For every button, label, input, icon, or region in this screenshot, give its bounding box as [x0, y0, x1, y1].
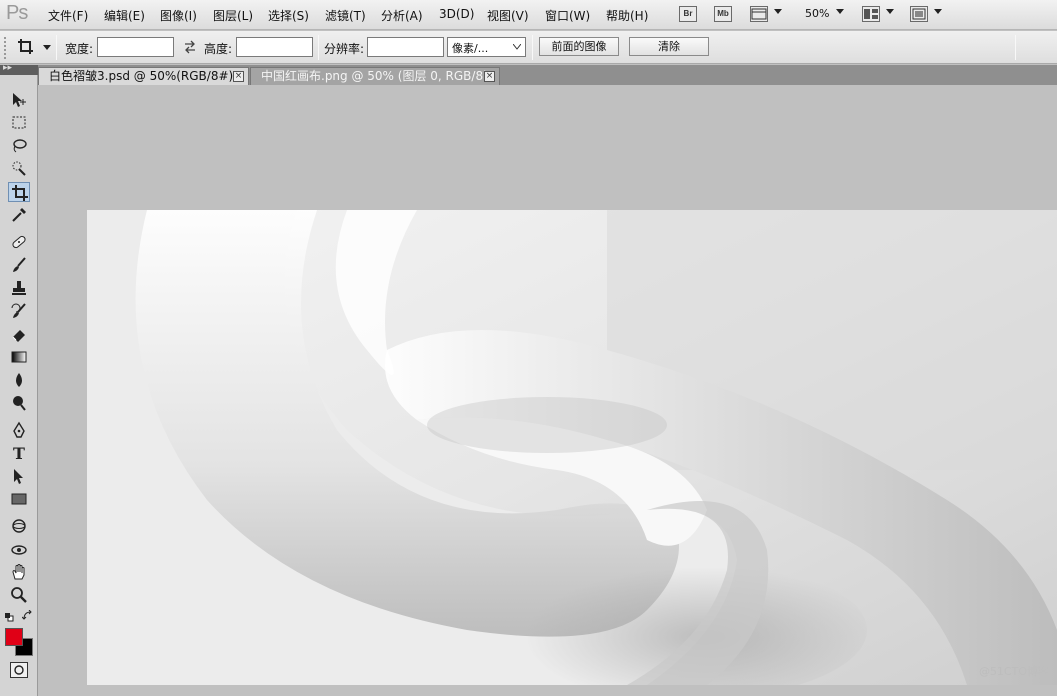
chevron-down-icon[interactable]: [836, 9, 844, 14]
close-icon[interactable]: ×: [484, 71, 495, 82]
photoshop-logo: Ps: [6, 2, 28, 24]
zoom-level[interactable]: 50%: [805, 7, 829, 20]
height-field[interactable]: [236, 37, 313, 57]
hand-tool[interactable]: [8, 562, 30, 582]
menu-image[interactable]: 图像(I): [160, 7, 197, 24]
arrange-documents-icon[interactable]: [862, 6, 880, 22]
divider: [532, 35, 533, 60]
resolution-unit-value: 像素/...: [452, 42, 489, 55]
menu-layer[interactable]: 图层(L): [213, 7, 253, 24]
menu-edit[interactable]: 编辑(E): [104, 7, 145, 24]
menu-filter[interactable]: 滤镜(T): [325, 7, 366, 24]
crop-tool[interactable]: [8, 182, 30, 202]
clear-button[interactable]: 清除: [629, 37, 709, 56]
silk-fabric-image: [87, 210, 1057, 685]
close-icon[interactable]: ×: [233, 71, 244, 82]
document-tab-bar: 白色褶皱3.psd @ 50%(RGB/8#) * × 中国红画布.png @ …: [38, 65, 1057, 85]
foreground-color-swatch[interactable]: [5, 628, 23, 646]
svg-text:T: T: [13, 444, 25, 462]
chevron-down-icon[interactable]: [934, 9, 942, 14]
menu-window[interactable]: 窗口(W): [545, 7, 590, 24]
3d-orbit-tool[interactable]: [8, 539, 30, 559]
quick-mask-icon[interactable]: [10, 662, 28, 678]
healing-brush-tool[interactable]: [8, 232, 30, 252]
divider: [1015, 35, 1016, 60]
swap-colors-icon[interactable]: [21, 609, 34, 622]
dodge-tool[interactable]: [8, 393, 30, 413]
type-tool[interactable]: T: [8, 443, 30, 463]
image-canvas[interactable]: @51CTO博客: [87, 210, 1057, 685]
menu-bar: Ps 文件(F) 编辑(E) 图像(I) 图层(L) 选择(S) 滤镜(T) 分…: [0, 0, 1057, 30]
watermark-text: @51CTO博客: [978, 665, 1049, 678]
width-label: 宽度:: [65, 42, 94, 56]
menu-3d[interactable]: 3D(D): [439, 7, 474, 21]
tab-document-2[interactable]: 中国红画布.png @ 50% (图层 0, RGB/8) ×: [250, 67, 500, 85]
menu-file[interactable]: 文件(F): [48, 7, 88, 24]
tab-label: 白色褶皱3.psd @ 50%(RGB/8#) *: [49, 69, 244, 83]
width-field[interactable]: [97, 37, 174, 57]
brush-tool[interactable]: [8, 255, 30, 275]
clone-stamp-tool[interactable]: [8, 278, 30, 298]
toolbox: ▸▸ T: [0, 63, 38, 696]
lasso-tool[interactable]: [8, 136, 30, 156]
collapse-icon[interactable]: ▸▸: [3, 63, 12, 73]
options-bar: 宽度: 高度: 分辨率: 像素/... 前面的图像 清除: [0, 31, 1057, 64]
chevron-down-icon[interactable]: [886, 9, 894, 14]
path-selection-tool[interactable]: [8, 466, 30, 486]
document-workspace[interactable]: @51CTO博客: [39, 86, 1057, 696]
rectangle-tool[interactable]: [8, 489, 30, 509]
crop-preset-icon[interactable]: [16, 37, 42, 57]
front-image-button[interactable]: 前面的图像: [539, 37, 619, 56]
move-tool[interactable]: [8, 90, 30, 110]
height-label: 高度:: [204, 42, 233, 56]
tab-label: 中国红画布.png @ 50% (图层 0, RGB/8): [261, 69, 488, 83]
marquee-tool[interactable]: [8, 113, 30, 133]
grip-handle[interactable]: [4, 37, 10, 59]
gradient-tool[interactable]: [8, 347, 30, 367]
chevron-down-icon[interactable]: [43, 45, 51, 50]
menu-help[interactable]: 帮助(H): [606, 7, 648, 24]
blur-tool[interactable]: [8, 370, 30, 390]
eraser-tool[interactable]: [8, 324, 30, 344]
resolution-field[interactable]: [367, 37, 444, 57]
view-extras-icon[interactable]: [750, 6, 768, 22]
menu-analysis[interactable]: 分析(A): [381, 7, 423, 24]
menu-select[interactable]: 选择(S): [268, 7, 309, 24]
swap-icon[interactable]: [183, 40, 197, 54]
zoom-tool[interactable]: [8, 585, 30, 605]
default-colors-icon[interactable]: [4, 611, 14, 622]
chevron-down-icon[interactable]: [774, 9, 782, 14]
resolution-label: 分辨率:: [324, 42, 365, 56]
divider: [56, 35, 57, 60]
history-brush-tool[interactable]: [8, 301, 30, 321]
pen-tool[interactable]: [8, 420, 30, 440]
mini-bridge-button[interactable]: Mb: [714, 6, 732, 22]
toolbox-header[interactable]: ▸▸: [0, 63, 38, 75]
tab-document-1[interactable]: 白色褶皱3.psd @ 50%(RGB/8#) * ×: [38, 67, 249, 85]
3d-rotate-tool[interactable]: [8, 516, 30, 536]
eyedropper-tool[interactable]: [8, 205, 30, 225]
bridge-button[interactable]: Br: [679, 6, 697, 22]
quick-selection-tool[interactable]: [8, 159, 30, 179]
screen-mode-icon[interactable]: [910, 6, 928, 22]
menu-view[interactable]: 视图(V): [487, 7, 529, 24]
resolution-unit-select[interactable]: 像素/...: [447, 37, 526, 57]
divider: [318, 35, 319, 60]
